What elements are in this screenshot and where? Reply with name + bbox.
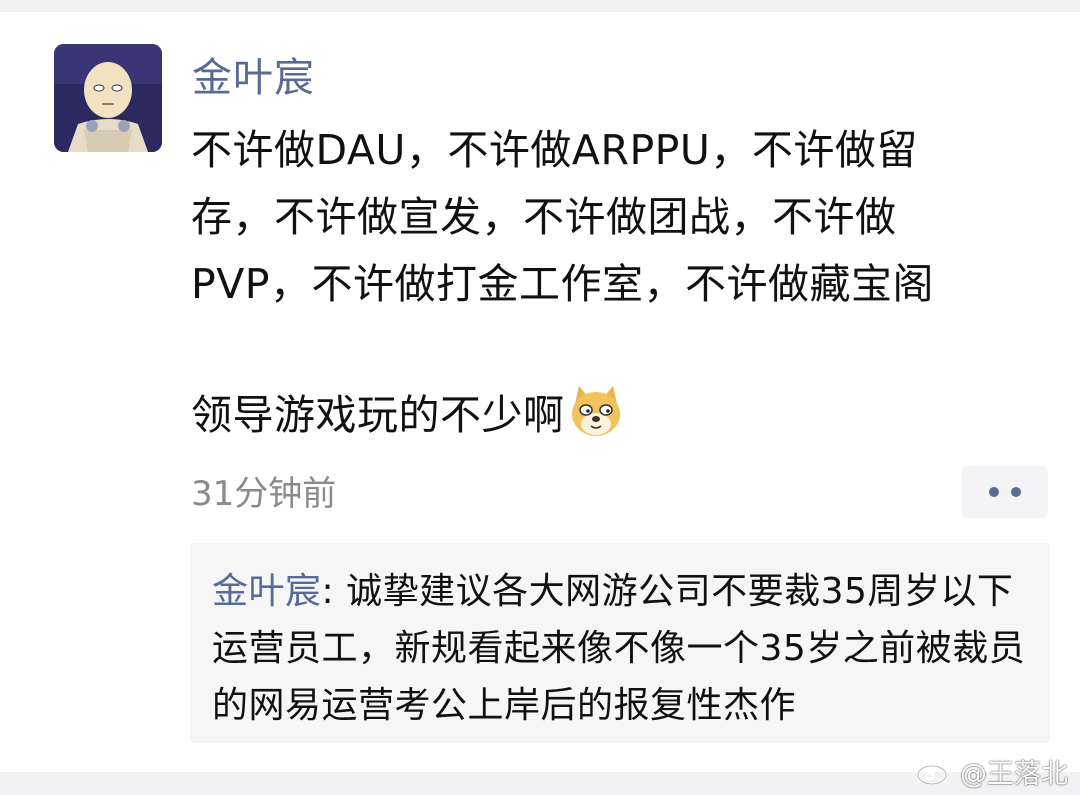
post-text-line2-content: 领导游戏玩的不少啊 (191, 391, 565, 439)
watermark-text: @王落北 (960, 758, 1068, 790)
more-dot-icon (989, 487, 999, 497)
more-button[interactable] (962, 466, 1048, 518)
avatar[interactable] (54, 44, 162, 152)
doge-emoji-icon (571, 386, 620, 436)
comment-box[interactable]: 金叶宸: 诚挚建议各大网游公司不要裁35周岁以下运营员工，新规看起来像不像一个3… (190, 543, 1050, 743)
comment-author[interactable]: 金叶宸 (212, 571, 322, 612)
avatar-image (54, 44, 162, 152)
comment-text-block: 金叶宸: 诚挚建议各大网游公司不要裁35周岁以下运营员工，新规看起来像不像一个3… (212, 563, 1042, 734)
top-divider (0, 0, 1080, 12)
weibo-logo-icon (916, 756, 954, 786)
watermark: @王落北 (916, 752, 1068, 790)
post-text: 不许做DAU，不许做ARPPU，不许做留 存，不许做宣发，不许做团战，不许做 P… (191, 126, 934, 308)
comment-separator: : (321, 571, 347, 612)
post-text-line2: 领导游戏玩的不少啊 (191, 379, 625, 443)
post-timestamp: 31分钟前 (191, 474, 337, 514)
more-dot-icon (1011, 487, 1021, 497)
post-username[interactable]: 金叶宸 (192, 50, 315, 106)
